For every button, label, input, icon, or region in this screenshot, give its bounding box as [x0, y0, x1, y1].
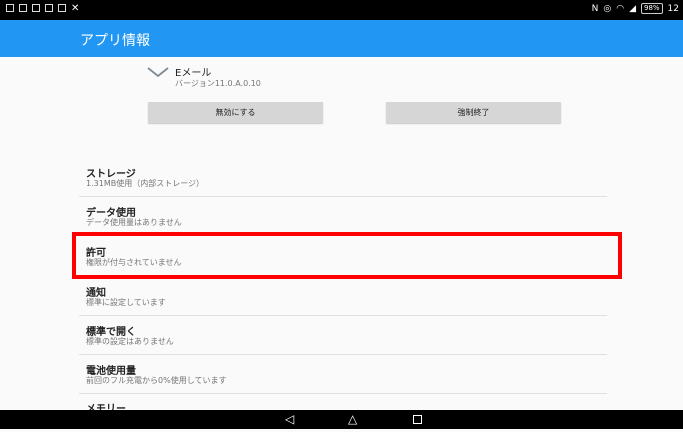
settings-item-subtitle: 1.31MB使用（内部ストレージ） [86, 179, 205, 188]
force-stop-button[interactable]: 強制終了 [386, 102, 561, 123]
status-bar: ✕ N ◎ ◠ ◢ 98% 12 [0, 0, 683, 20]
app-version: バージョン11.0.A.0.10 [175, 79, 261, 88]
settings-item-battery[interactable]: 電池使用量 前回のフル充電から0%使用しています [79, 354, 607, 394]
image-icon [19, 4, 27, 12]
app-bar: アプリ情報 [0, 20, 683, 57]
disable-button[interactable]: 無効にする [148, 102, 323, 123]
settings-item-notifications[interactable]: 通知 標準に設定しています [79, 276, 607, 316]
recent-apps-icon[interactable] [413, 415, 422, 424]
tool-icon: ✕ [71, 3, 80, 14]
notification-icon [6, 4, 14, 12]
back-icon[interactable]: ◁ [285, 413, 294, 426]
navigation-bar: ◁ △ [0, 410, 683, 429]
notification-icons: ✕ [6, 3, 80, 14]
settings-item-open-by-default[interactable]: 標準で開く 標準の設定はありません [79, 315, 607, 355]
page-title: アプリ情報 [80, 33, 150, 49]
settings-item-subtitle: データ使用量はありません [86, 218, 182, 227]
vibrate-icon: ◎ [603, 3, 612, 14]
clock: 12 [667, 3, 679, 14]
signal-icon: ◢ [629, 3, 636, 14]
settings-item-subtitle: 標準に設定しています [86, 298, 166, 307]
battery-icon: 98% [640, 3, 663, 14]
app-name: Eメール [175, 68, 212, 79]
settings-item-storage[interactable]: ストレージ 1.31MB使用（内部ストレージ） [79, 157, 607, 197]
system-icons: N ◎ ◠ ◢ 98% 12 [592, 3, 679, 14]
settings-item-data-usage[interactable]: データ使用 データ使用量はありません [79, 196, 607, 236]
nfc-icon: N [591, 3, 599, 14]
save-icon [32, 4, 40, 12]
mail-envelope-icon [147, 67, 169, 78]
home-icon[interactable]: △ [348, 413, 357, 426]
wifi-icon: ◠ [616, 3, 625, 14]
settings-item-subtitle: 前回のフル充電から0%使用しています [86, 376, 227, 385]
highlight-box [72, 232, 622, 279]
list-icon [58, 4, 66, 12]
doc-icon [45, 4, 53, 12]
settings-item-subtitle: 標準の設定はありません [86, 337, 174, 346]
